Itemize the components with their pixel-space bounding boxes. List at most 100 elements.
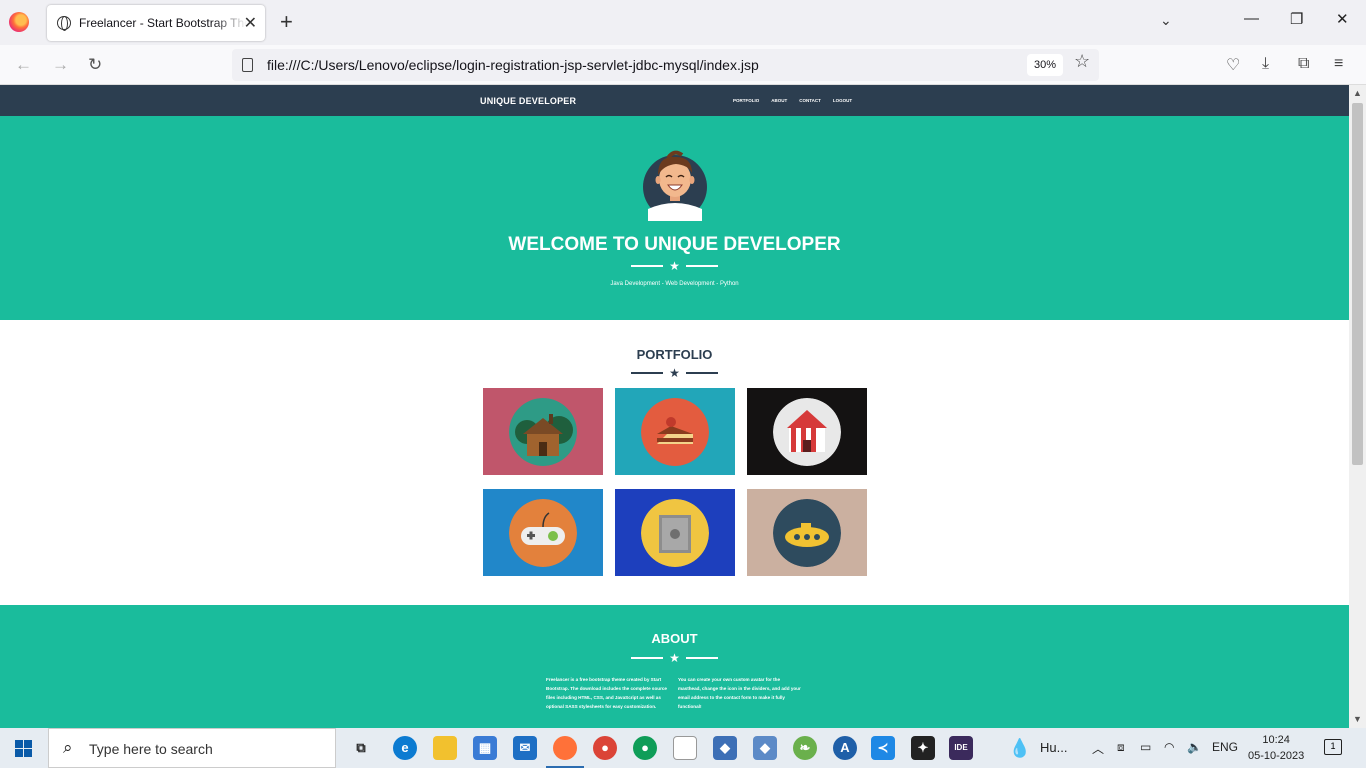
divider-line <box>685 372 718 374</box>
forward-arrow-icon[interactable]: → <box>52 55 69 75</box>
submarine-icon <box>773 498 841 567</box>
safe-icon <box>641 498 709 567</box>
cabin-icon <box>509 397 577 466</box>
nav-link-contact[interactable]: CONTACT <box>799 98 821 103</box>
windows-taskbar: ⌕ Type here to search ⧉ e ▦ ✉ ● ● ◆ ◆ ❧ … <box>0 728 1366 768</box>
divider-line <box>685 657 718 659</box>
restore-button[interactable]: ❐ <box>1290 10 1303 28</box>
pocket-icon[interactable]: ♡ <box>1226 55 1240 75</box>
weather-text[interactable]: Hu... <box>1040 740 1067 755</box>
mail-icon[interactable]: ✉ <box>513 736 537 760</box>
browser-tab[interactable]: Freelancer - Start Bootstrap Theme ✕ <box>47 5 265 41</box>
file-explorer-icon[interactable] <box>433 736 457 760</box>
game-controller-icon <box>509 498 577 567</box>
new-tab-button[interactable]: + <box>280 9 293 35</box>
clock-time: 10:24 <box>1262 734 1290 746</box>
tab-title: Freelancer - Start Bootstrap Theme <box>79 16 247 30</box>
edge-icon[interactable]: e <box>393 736 417 760</box>
wifi-icon[interactable]: ◠ <box>1164 740 1174 754</box>
search-placeholder[interactable]: Type here to search <box>89 741 213 757</box>
avatar-image <box>643 150 707 221</box>
back-arrow-icon[interactable]: ← <box>15 55 32 75</box>
page-icon <box>242 58 253 72</box>
weather-drop-icon[interactable]: 💧 <box>1008 736 1032 760</box>
zoom-level-button[interactable]: 30% <box>1027 54 1063 76</box>
document-icon[interactable] <box>673 736 697 760</box>
vscode-icon[interactable]: ≺ <box>871 736 895 760</box>
portfolio-section: PORTFOLIO ★ <box>0 320 1349 605</box>
portfolio-item-submarine[interactable] <box>747 489 867 576</box>
divider-line <box>631 657 664 659</box>
star-icon: ★ <box>669 651 680 665</box>
app-cube2-icon[interactable]: ◆ <box>753 736 777 760</box>
divider-line <box>631 372 664 374</box>
portfolio-divider: ★ <box>0 367 1349 379</box>
portfolio-item-circus[interactable] <box>747 388 867 475</box>
globe-icon <box>57 16 71 31</box>
bookmark-star-icon[interactable]: ☆ <box>1074 51 1090 72</box>
nav-link-logout[interactable]: LOGOUT <box>833 98 852 103</box>
firefox-logo-icon <box>9 12 29 32</box>
site-nav-links: PORTFOLIO ABOUT CONTACT LOGOUT <box>733 98 852 103</box>
extensions-icon[interactable]: ⧉ <box>1298 55 1309 73</box>
system-clock[interactable]: 10:24 05-10-2023 <box>1248 732 1304 764</box>
reload-icon[interactable]: ↻ <box>88 55 102 75</box>
battery-icon[interactable]: ▭ <box>1140 740 1151 754</box>
browser-toolbar: ← → ↻ file:///C:/Users/Lenovo/eclipse/lo… <box>0 45 1366 85</box>
portfolio-item-game[interactable] <box>483 489 603 576</box>
firefox-taskbar-icon[interactable] <box>553 736 577 760</box>
about-title: ABOUT <box>651 631 698 646</box>
store-icon[interactable]: ▦ <box>473 736 497 760</box>
scroll-thumb[interactable] <box>1352 103 1363 465</box>
divider-line <box>631 265 664 267</box>
meet-now-icon[interactable]: ⧈ <box>1117 740 1125 755</box>
about-text-left: Freelancer is a free bootstrap theme cre… <box>546 677 667 709</box>
site-navbar: UNIQUE DEVELOPER PORTFOLIO ABOUT CONTACT… <box>0 85 1349 116</box>
nav-link-portfolio[interactable]: PORTFOLIO <box>733 98 759 103</box>
volume-icon[interactable]: 🔈 <box>1187 740 1202 754</box>
scroll-down-icon[interactable]: ▼ <box>1353 714 1362 724</box>
notification-center-icon[interactable]: 1 <box>1324 739 1342 755</box>
divider-line <box>685 265 718 267</box>
address-bar[interactable]: file:///C:/Users/Lenovo/eclipse/login-re… <box>232 49 1099 81</box>
windows-start-button[interactable] <box>15 740 32 757</box>
app-cube-icon[interactable]: ◆ <box>713 736 737 760</box>
spring-tools-icon[interactable]: ❧ <box>793 736 817 760</box>
task-view-icon[interactable]: ⧉ <box>349 736 373 760</box>
close-window-button[interactable]: ✕ <box>1336 10 1349 28</box>
circus-tent-icon <box>773 397 841 466</box>
masthead: WELCOME TO UNIQUE DEVELOPER ★ Java Devel… <box>0 116 1349 320</box>
close-tab-icon[interactable]: ✕ <box>244 13 257 33</box>
search-icon: ⌕ <box>63 738 73 757</box>
chrome-profile-icon[interactable]: ● <box>633 736 657 760</box>
nav-link-about[interactable]: ABOUT <box>771 98 787 103</box>
about-divider: ★ <box>0 652 1349 664</box>
app-a-icon[interactable]: A <box>833 736 857 760</box>
masthead-divider: ★ <box>0 260 1349 272</box>
portfolio-item-safe[interactable] <box>615 489 735 576</box>
page-viewport: UNIQUE DEVELOPER PORTFOLIO ABOUT CONTACT… <box>0 85 1349 728</box>
eclipse-ide-icon[interactable]: IDE <box>949 736 973 760</box>
url-text[interactable]: file:///C:/Users/Lenovo/eclipse/login-re… <box>267 57 759 73</box>
downloads-icon[interactable]: ⤓ <box>1262 55 1269 73</box>
about-text-right: You can create your own custom avatar fo… <box>678 677 801 709</box>
masthead-subtitle: Java Development - Web Development - Pyt… <box>610 281 739 287</box>
site-brand[interactable]: UNIQUE DEVELOPER <box>480 96 576 106</box>
portfolio-item-cake[interactable] <box>615 388 735 475</box>
star-icon: ★ <box>669 366 680 380</box>
minimize-button[interactable]: — <box>1244 10 1259 27</box>
figma-icon[interactable]: ✦ <box>911 736 935 760</box>
cake-icon <box>641 397 709 466</box>
menu-icon[interactable]: ≡ <box>1334 55 1343 73</box>
portfolio-item-cabin[interactable] <box>483 388 603 475</box>
about-section: ABOUT ★ Freelancer is a free bootstrap t… <box>0 605 1349 728</box>
page-scrollbar[interactable]: ▲ ▼ <box>1349 85 1366 728</box>
scroll-up-icon[interactable]: ▲ <box>1353 88 1362 98</box>
taskbar-search[interactable]: ⌕ Type here to search <box>48 728 336 768</box>
portfolio-title: PORTFOLIO <box>636 347 713 362</box>
chrome-icon[interactable]: ● <box>593 736 617 760</box>
star-icon: ★ <box>669 259 680 273</box>
language-indicator[interactable]: ENG <box>1212 740 1238 754</box>
list-tabs-chevron-icon[interactable]: ⌄ <box>1160 12 1172 29</box>
tray-chevron-icon[interactable]: ︿ <box>1092 740 1104 757</box>
